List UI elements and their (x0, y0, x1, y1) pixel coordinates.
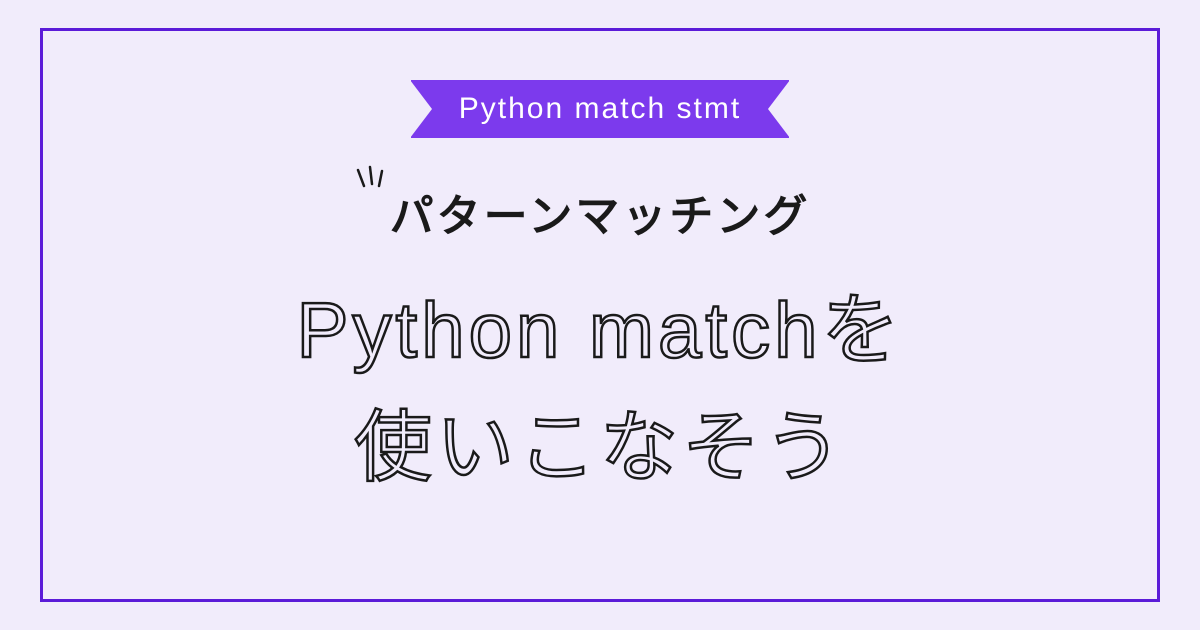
subtitle-text: パターンマッチング (390, 180, 811, 244)
ribbon-label: Python match stmt (459, 92, 741, 125)
subtitle-wrap: パターンマッチング (390, 180, 811, 244)
content-container: Python match stmt パターンマッチング Python match… (0, 0, 1200, 630)
title-line-1: Python matchを (297, 272, 904, 389)
ribbon-banner: Python match stmt (411, 80, 789, 138)
accent-lines-icon (348, 164, 388, 204)
title-line-2: 使いこなそう (297, 389, 904, 506)
main-title: Python matchを 使いこなそう (297, 272, 904, 506)
